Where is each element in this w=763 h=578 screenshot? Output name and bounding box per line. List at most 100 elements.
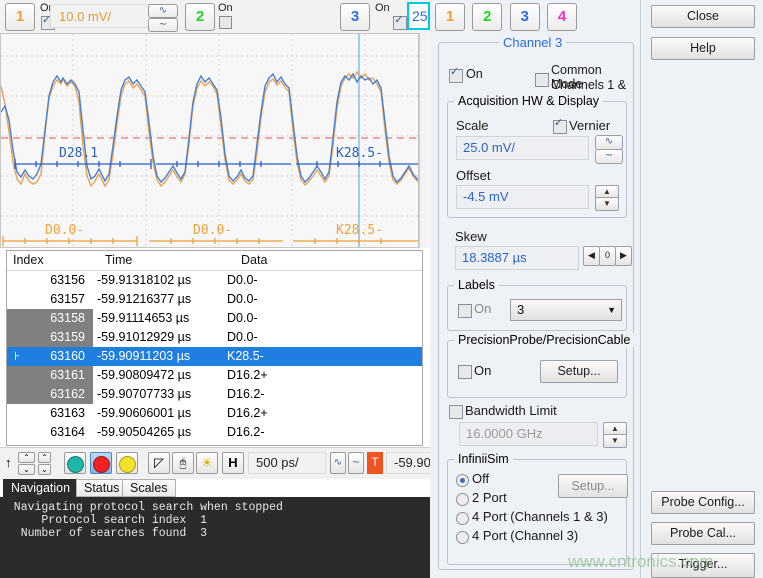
zoom-region-icon[interactable]: ◸ — [148, 452, 170, 474]
cell-data: K28.5- — [223, 347, 422, 366]
precision-setup-button[interactable]: Setup... — [540, 360, 618, 383]
waveform-graticule[interactable]: D28.1 K28.5- D0.0- — [0, 33, 419, 248]
cell-index: 63157 — [7, 290, 93, 309]
cell-time: -59.90809472 µs — [93, 366, 223, 385]
table-row[interactable]: 63162-59.90707733 µsD16.2- — [7, 385, 422, 404]
table-row[interactable]: 63158-59.91114653 µsD0.0- — [7, 309, 422, 328]
timebase-fine-icon[interactable]: ∿ — [330, 452, 346, 474]
infiniisim-option-1-label: 2 Port — [472, 490, 507, 505]
marker-red-button[interactable] — [90, 452, 112, 474]
channel-selector-row: 1 2 3 4 — [435, 3, 581, 31]
labels-select[interactable]: 3 ▼ — [510, 299, 622, 321]
vernier-label: Vernier — [569, 118, 610, 133]
table-row[interactable]: 63163-59.90606001 µsD16.2+ — [7, 404, 422, 423]
labels-on-checkbox[interactable] — [458, 304, 472, 318]
probe-cal-button[interactable]: Probe Cal... — [651, 522, 755, 545]
decode-label-orange-1: D0.0- — [45, 223, 84, 238]
timebase-field[interactable]: 500 ps/ — [248, 452, 326, 474]
precision-group-title: PrecisionProbe/PrecisionCable — [454, 333, 634, 347]
horizontal-button[interactable]: H — [222, 452, 244, 474]
channel-3-group: Channel 3 On Common Mode Channels 1 & 3 … — [438, 42, 634, 570]
protocol-listing-table[interactable]: Index Time Data 63156-59.91318102 µsD0.0… — [6, 250, 423, 446]
brightness-icon[interactable]: ☀ — [196, 452, 218, 474]
infiniisim-option-3-radio[interactable] — [456, 531, 469, 544]
panel-channel-4-button[interactable]: 4 — [547, 3, 577, 31]
table-row[interactable]: 63164-59.90504265 µsD16.2- — [7, 423, 422, 442]
marker-teal-button[interactable] — [64, 452, 86, 474]
cell-index: 63158 — [7, 309, 93, 328]
table-row[interactable]: 63156-59.91318102 µsD0.0- — [7, 271, 422, 290]
nav-down-button[interactable]: ⌄ — [18, 464, 35, 475]
offset-down-button[interactable]: ▼ — [595, 197, 619, 211]
bandwidth-value-field[interactable]: 16.0000 GHz — [459, 422, 598, 446]
channel-1-button[interactable]: 1 — [5, 3, 35, 31]
infiniisim-setup-button[interactable]: Setup... — [558, 474, 628, 498]
timebase-coarse-icon[interactable]: ∼ — [348, 452, 364, 474]
tab-navigation[interactable]: Navigation — [3, 479, 78, 497]
nav-page-down-button[interactable]: ⌄ — [38, 464, 51, 475]
vernier-checkbox[interactable] — [553, 120, 567, 134]
skew-value-field[interactable]: 18.3887 µs — [455, 246, 579, 270]
nav-up-button[interactable]: ⌃ — [18, 452, 35, 463]
skew-decrement-button[interactable]: ◀ — [583, 246, 600, 266]
skew-zero-button[interactable]: 0 — [599, 246, 616, 266]
skew-section: Skew 18.3887 µs ◀ 0 ▶ — [447, 229, 627, 277]
table-body: 63156-59.91318102 µsD0.0-63157-59.912163… — [7, 271, 422, 442]
cell-time: -59.91318102 µs — [93, 271, 223, 290]
channel-2-on-checkbox[interactable] — [219, 16, 232, 29]
table-row[interactable]: 63157-59.91216377 µsD0.0- — [7, 290, 422, 309]
table-row[interactable]: 63161-59.90809472 µsD16.2+ — [7, 366, 422, 385]
labels-on-label: On — [474, 301, 491, 316]
marker-yellow-button[interactable] — [116, 452, 138, 474]
console-line-3: Protocol search index 1 — [0, 514, 430, 527]
infiniisim-option-2-radio[interactable] — [456, 512, 469, 525]
channel-2-button[interactable]: 2 — [185, 3, 215, 31]
nav-arrow-icon[interactable]: ↑ — [5, 455, 12, 470]
channel-3-button[interactable]: 3 — [340, 3, 370, 31]
mouse-icon[interactable]: 🖰 — [172, 452, 194, 474]
panel-channel-1-button[interactable]: 1 — [435, 3, 465, 31]
trigger-position-icon[interactable]: T — [367, 452, 383, 474]
cell-index: 63159 — [7, 328, 93, 347]
coupling-dc-icon[interactable]: ∼ — [148, 18, 178, 32]
channel-3-scale-value-highlighted[interactable]: 25 — [407, 2, 430, 30]
bandwidth-checkbox[interactable] — [449, 405, 463, 419]
common-mode-checkbox[interactable] — [535, 73, 549, 87]
cell-index: 63162 — [7, 385, 93, 404]
scale-value-field[interactable]: 25.0 mV/ — [456, 136, 589, 160]
infiniisim-group: InfiniiSim Off 2 Port 4 Port (Channels 1… — [447, 459, 627, 565]
console-line-1: Navigating protocol search when stopped — [0, 501, 430, 514]
nav-page-up-button[interactable]: ⌃ — [38, 452, 51, 463]
panel-channel-3-button[interactable]: 3 — [510, 3, 540, 31]
cell-data: D16.2- — [223, 423, 422, 442]
infiniisim-option-0-label: Off — [472, 471, 489, 486]
tab-scales[interactable]: Scales — [122, 479, 176, 497]
infiniisim-option-1-radio[interactable] — [456, 493, 469, 506]
panel-channel-2-button[interactable]: 2 — [472, 3, 502, 31]
offset-value-field[interactable]: -4.5 mV — [456, 185, 589, 209]
bandwidth-down-button[interactable]: ▼ — [603, 434, 627, 448]
table-row[interactable]: 63159-59.91012929 µsD0.0- — [7, 328, 422, 347]
labels-group: Labels On 3 ▼ — [447, 285, 627, 331]
scale-fine-icon[interactable]: ∿ — [595, 135, 623, 150]
time-position-field[interactable]: -59.90 — [386, 452, 430, 474]
scale-coarse-icon[interactable]: ∼ — [595, 149, 623, 164]
skew-increment-button[interactable]: ▶ — [615, 246, 632, 266]
acquisition-group: Acquisition HW & Display Scale Vernier 2… — [447, 101, 627, 218]
scope-toolbar: ↑ ⌃ ⌄ ⌃ ⌄ ◸ 🖰 ☀ H 500 ps/ ∿ ∼ T -59.90 — [0, 447, 430, 480]
coupling-ac-icon[interactable]: ∿ — [148, 4, 178, 18]
infiniisim-option-0-radio[interactable] — [456, 474, 469, 487]
close-button[interactable]: Close — [651, 5, 755, 28]
table-row[interactable]: ⊦63160-59.90911203 µsK28.5- — [7, 347, 422, 366]
waveform-scrollbar[interactable] — [419, 33, 430, 248]
tab-status[interactable]: Status — [76, 479, 127, 497]
right-button-column: Close Help Probe Config... Probe Cal... … — [640, 0, 763, 578]
cell-time: -59.91012929 µs — [93, 328, 223, 347]
channel-3-on-checkbox[interactable] — [393, 16, 407, 30]
cell-index: 63164 — [7, 423, 93, 442]
precision-on-checkbox[interactable] — [458, 365, 472, 379]
help-button[interactable]: Help — [651, 37, 755, 60]
console-line-4: Number of searches found 3 — [0, 527, 430, 540]
channel-on-checkbox[interactable] — [449, 69, 463, 83]
probe-config-button[interactable]: Probe Config... — [651, 491, 755, 514]
